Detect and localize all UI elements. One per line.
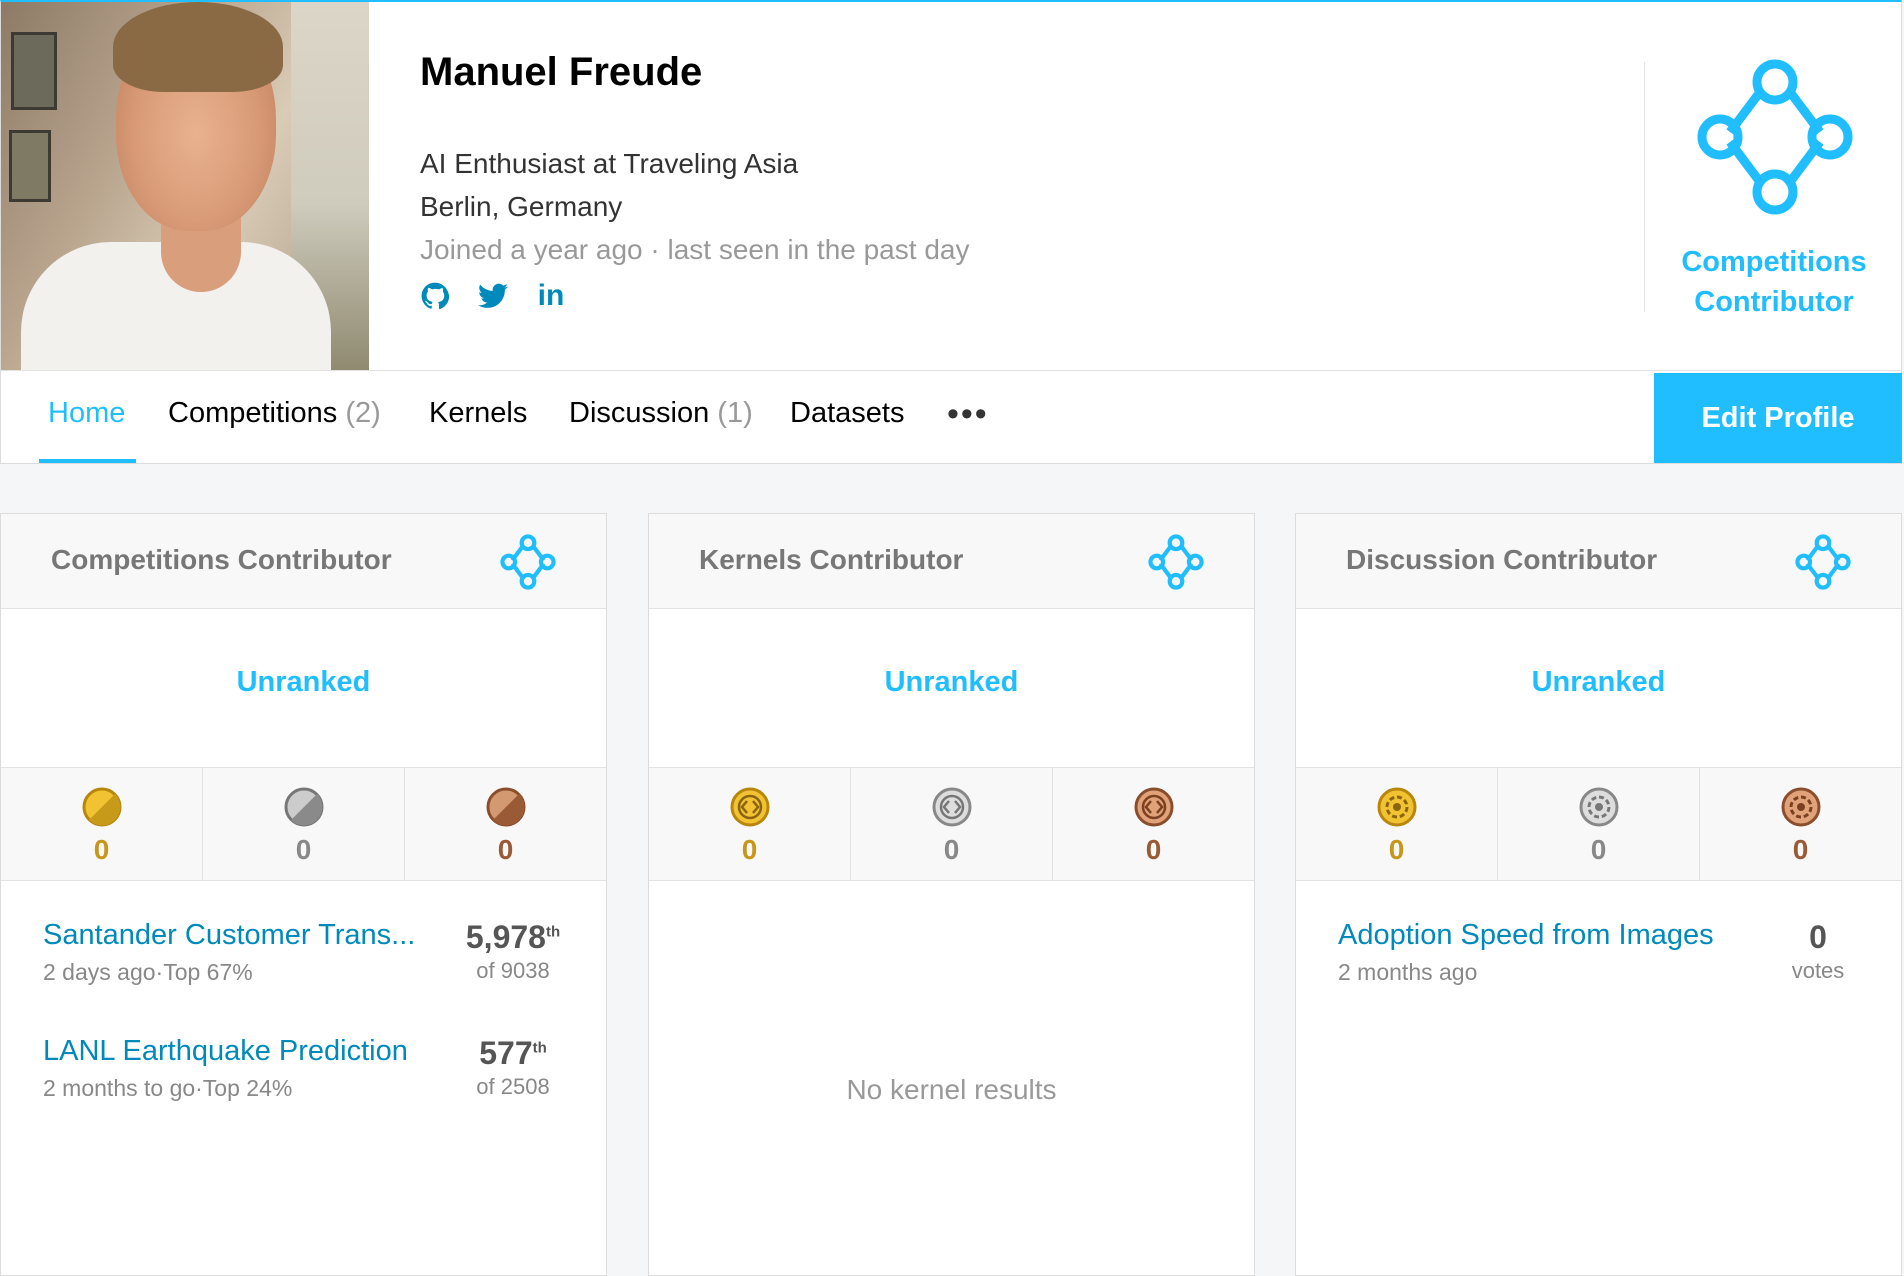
profile-nav: Home Competitions (2) Kernels Discussion…: [0, 370, 1902, 464]
bronze-count: 0: [497, 834, 514, 865]
gold-count: 0: [741, 834, 758, 865]
medal-counts: 0 0 0: [1296, 767, 1901, 881]
github-icon[interactable]: [419, 280, 451, 312]
tab-datasets[interactable]: Datasets: [790, 397, 904, 430]
card-discussion: Discussion Contributor Unranked 0 0 0 Ad…: [1295, 513, 1902, 1276]
bronze-medal: 0: [1053, 768, 1254, 880]
tier-network-icon: [1148, 534, 1204, 590]
votes-label: votes: [1791, 958, 1845, 983]
rank-total: of 2508: [476, 1074, 550, 1099]
silver-count: 0: [295, 834, 312, 865]
social-links: in: [419, 279, 567, 312]
competition-link[interactable]: LANL Earthquake Prediction: [43, 1035, 408, 1068]
gold-medal: 0: [1, 768, 203, 880]
tier-network-icon: [1697, 59, 1853, 215]
profile-photo: [1, 2, 369, 370]
tier-badge: Competitions Contributor: [1644, 59, 1903, 318]
bronze-medal: 0: [1700, 768, 1901, 880]
tab-home-label: Home: [48, 397, 126, 429]
rank-number: 577: [479, 1035, 533, 1071]
competition-meta: 2 months to go·Top 24%: [43, 1075, 293, 1101]
silver-count: 0: [943, 834, 960, 865]
gold-medal-icon: [82, 787, 121, 827]
silver-code-medal-icon: [932, 787, 971, 827]
gold-medal: 0: [1296, 768, 1498, 880]
rank-number: 5,978: [465, 919, 546, 955]
tier-network-icon: [1795, 534, 1851, 590]
vote-count: 0: [1809, 919, 1827, 955]
tab-kernels-label: Kernels: [429, 397, 528, 429]
silver-medal: 0: [203, 768, 405, 880]
card-title: Competitions Contributor: [51, 544, 392, 575]
discussion-votes: 0 votes: [1758, 919, 1878, 984]
profile-occupation: AI Enthusiast at Traveling Asia: [420, 148, 799, 179]
gold-medal: 0: [649, 768, 851, 880]
rank-status: Unranked: [236, 666, 371, 698]
profile-location: Berlin, Germany: [420, 191, 623, 222]
discussion-link[interactable]: Adoption Speed from Images: [1338, 919, 1714, 952]
card-header: Competitions Contributor: [1, 514, 606, 609]
rank-total: of 9038: [476, 958, 550, 983]
bronze-medal-icon: [486, 787, 525, 827]
list-item: Santander Customer Trans... 2 days ago·T…: [43, 919, 583, 1009]
tab-discussion[interactable]: Discussion (1): [569, 397, 753, 430]
tab-home[interactable]: Home: [48, 397, 125, 430]
tab-kernels[interactable]: Kernels: [429, 397, 527, 430]
tier-network-icon: [500, 534, 556, 590]
tier-label-line1: Competitions: [1681, 246, 1867, 278]
linkedin-icon[interactable]: in: [535, 279, 567, 312]
tab-discussion-label: Discussion: [569, 397, 710, 429]
bronze-count: 0: [1145, 834, 1162, 865]
silver-medal: 0: [851, 768, 1053, 880]
profile-header: Manuel Freude AI Enthusiast at Traveling…: [0, 0, 1902, 370]
active-tab-indicator: [39, 459, 136, 463]
tier-label-line2: Contributor: [1694, 286, 1854, 318]
card-header: Discussion Contributor: [1296, 514, 1901, 609]
twitter-icon[interactable]: [477, 280, 509, 312]
profile-joined: Joined a year ago · last seen in the pas…: [420, 234, 970, 265]
profile-name: Manuel Freude: [420, 50, 703, 94]
competition-meta: 2 days ago·Top 67%: [43, 959, 253, 985]
silver-count: 0: [1590, 834, 1607, 865]
tab-discussion-count: (1): [717, 397, 753, 429]
medal-counts: 0 0 0: [649, 767, 1254, 881]
card-title: Discussion Contributor: [1346, 544, 1658, 575]
tab-datasets-label: Datasets: [790, 397, 905, 429]
tab-competitions-label: Competitions: [168, 397, 338, 429]
competition-rank: 5,978th of 9038: [453, 919, 573, 984]
edit-profile-button[interactable]: Edit Profile: [1654, 373, 1902, 463]
tab-competitions[interactable]: Competitions (2): [168, 397, 381, 430]
rank-suffix: th: [545, 923, 561, 941]
bronze-count: 0: [1792, 834, 1809, 865]
silver-discussion-medal-icon: [1579, 787, 1618, 827]
rank-suffix: th: [532, 1039, 547, 1057]
card-header: Kernels Contributor: [649, 514, 1254, 609]
silver-medal: 0: [1498, 768, 1700, 880]
rank-status: Unranked: [1531, 666, 1666, 698]
tab-competitions-count: (2): [345, 397, 381, 429]
gold-code-medal-icon: [730, 787, 769, 827]
rank-status: Unranked: [884, 666, 1019, 698]
list-item: Adoption Speed from Images 2 months ago …: [1338, 919, 1878, 1009]
gold-discussion-medal-icon: [1377, 787, 1416, 827]
list-item: LANL Earthquake Prediction 2 months to g…: [43, 1035, 583, 1125]
card-title: Kernels Contributor: [699, 544, 964, 575]
competition-rank: 577th of 2508: [453, 1035, 573, 1100]
medal-counts: 0 0 0: [1, 767, 606, 881]
tier-label: Competitions Contributor: [1645, 242, 1903, 322]
bronze-code-medal-icon: [1134, 787, 1173, 827]
card-competitions: Competitions Contributor Unranked 0 0 0 …: [0, 513, 607, 1276]
discussion-meta: 2 months ago: [1338, 959, 1478, 985]
gold-count: 0: [1388, 834, 1405, 865]
more-menu-button[interactable]: •••: [947, 395, 989, 434]
bronze-medal: 0: [405, 768, 606, 880]
competition-link[interactable]: Santander Customer Trans...: [43, 919, 415, 952]
gold-count: 0: [93, 834, 110, 865]
silver-medal-icon: [284, 787, 323, 827]
empty-state: No kernel results: [846, 1074, 1057, 1105]
bronze-discussion-medal-icon: [1781, 787, 1820, 827]
card-kernels: Kernels Contributor Unranked 0 0 0 No ke…: [648, 513, 1255, 1276]
